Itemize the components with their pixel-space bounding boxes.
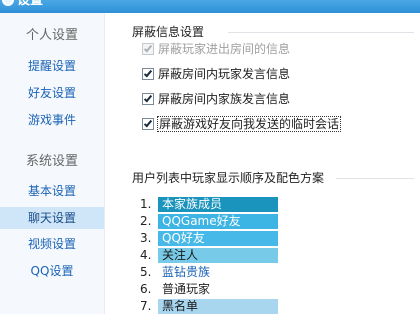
rank-label: 本家族成员 xyxy=(158,197,278,212)
checkbox-checked[interactable] xyxy=(142,118,154,130)
checkbox-checked[interactable] xyxy=(142,43,154,55)
option-block-enter-leave[interactable]: 屏蔽玩家进出房间的信息 xyxy=(142,41,290,57)
sidebar-group-system: 系统设置 xyxy=(25,154,78,169)
rank-entry[interactable]: 5. 蓝钻贵族 xyxy=(140,265,210,280)
section-divider xyxy=(336,178,414,179)
sidebar-group-personal: 个人设置 xyxy=(25,28,78,43)
sidebar-item-video[interactable]: 视频设置 xyxy=(0,233,104,255)
rank-label: 蓝钻贵族 xyxy=(162,265,211,279)
rank-entry[interactable]: 4. 关注人 xyxy=(140,248,278,263)
option-block-clan-chat[interactable]: 屏蔽房间内家族发言信息 xyxy=(142,91,290,107)
rank-label: 关注人 xyxy=(158,248,278,263)
sidebar-item-friends[interactable]: 好友设置 xyxy=(0,82,104,104)
window-title: 设置 xyxy=(17,0,44,8)
rank-label: 普通玩家 xyxy=(162,282,211,296)
block-section-title: 屏蔽信息设置 xyxy=(132,25,205,39)
title-bar: 设置 xyxy=(0,0,420,13)
settings-app-icon xyxy=(2,0,14,6)
rank-label: 黑名单 xyxy=(158,299,278,314)
rank-entry[interactable]: 1. 本家族成员 xyxy=(140,197,278,212)
sidebar-item-chat[interactable]: 聊天设置 xyxy=(0,207,104,229)
option-block-player-chat[interactable]: 屏蔽房间内玩家发言信息 xyxy=(142,66,290,82)
sidebar-item-qq[interactable]: QQ设置 xyxy=(0,260,104,282)
sidebar-divider xyxy=(104,13,105,314)
sidebar-item-basic[interactable]: 基本设置 xyxy=(0,180,104,202)
section-divider xyxy=(228,32,414,33)
option-block-temp-session[interactable]: 屏蔽游戏好友向我发送的临时会话 xyxy=(142,116,342,132)
rank-label: QQGame好友 xyxy=(158,214,278,229)
rank-entry[interactable]: 7. 黑名单 xyxy=(140,299,278,314)
checkbox-checked[interactable] xyxy=(142,68,154,80)
rank-entry[interactable]: 6. 普通玩家 xyxy=(140,282,210,297)
sidebar-item-reminder[interactable]: 提醒设置 xyxy=(0,55,104,77)
rank-label: QQ好友 xyxy=(158,231,278,246)
rank-entry[interactable]: 3. QQ好友 xyxy=(140,231,278,246)
sidebar-item-game-events[interactable]: 游戏事件 xyxy=(0,109,104,131)
order-section-title: 用户列表中玩家显示顺序及配色方案 xyxy=(132,171,325,185)
checkbox-checked[interactable] xyxy=(142,93,154,105)
rank-entry[interactable]: 2. QQGame好友 xyxy=(140,214,278,229)
